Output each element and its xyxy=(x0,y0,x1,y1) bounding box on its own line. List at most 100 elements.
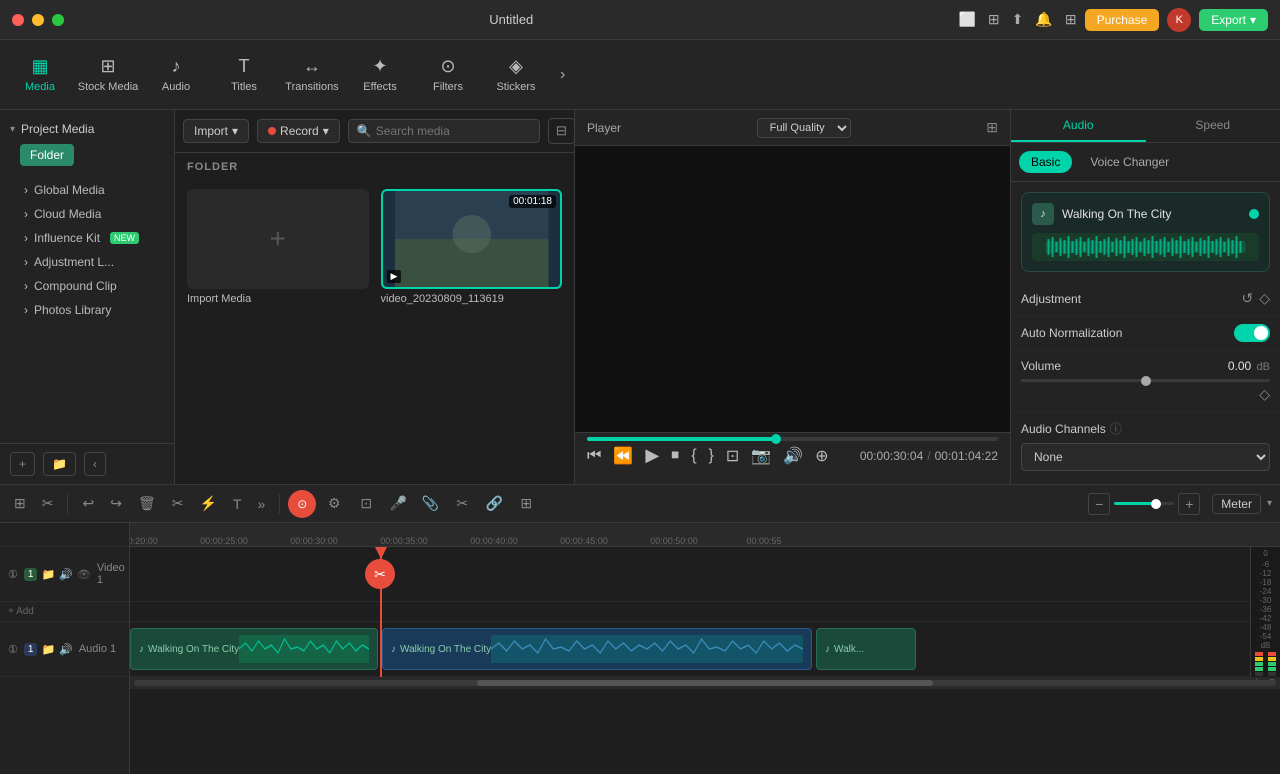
meter-button[interactable]: Meter xyxy=(1212,494,1261,514)
zoom-thumb[interactable] xyxy=(1151,499,1161,509)
toolbar-stock-media[interactable]: ⊞ Stock Media xyxy=(76,44,140,106)
audio-channels-select[interactable]: None xyxy=(1021,443,1270,471)
toolbar-effects[interactable]: ✦ Effects xyxy=(348,44,412,106)
tab-audio[interactable]: Audio xyxy=(1011,110,1146,142)
subtab-voice-changer[interactable]: Voice Changer xyxy=(1078,151,1181,173)
zoom-in-button[interactable]: + xyxy=(1178,493,1200,515)
avatar[interactable]: K xyxy=(1167,8,1191,32)
volume-diamond-icon[interactable]: ◇ xyxy=(1259,386,1270,403)
skip-back-button[interactable]: ⏮ xyxy=(587,447,601,465)
delete-button[interactable]: 🗑 xyxy=(132,491,162,516)
toolbar-audio[interactable]: ♪ Audio xyxy=(144,44,208,106)
player-fullscreen-icon[interactable]: ⊞ xyxy=(986,119,998,136)
toolbar-filters[interactable]: ⊙ Filters xyxy=(416,44,480,106)
monitor-icon[interactable]: ⬜ xyxy=(958,11,975,28)
sidebar-item-influence-kit[interactable]: › Influence Kit NEW xyxy=(0,226,174,250)
scrollbar-track[interactable] xyxy=(134,680,1276,686)
bookmark-icon[interactable]: ⊞ xyxy=(988,11,1000,28)
quality-select[interactable]: Full Quality xyxy=(757,118,851,138)
toolbar-media[interactable]: ▦ Media xyxy=(8,44,72,106)
mark-out-button[interactable]: } xyxy=(709,447,714,465)
toolbar-more-icon[interactable]: › xyxy=(552,66,573,84)
record-button[interactable]: Record ▾ xyxy=(257,119,340,143)
audio-clip-2[interactable]: ♪ Walking On The City xyxy=(382,628,812,670)
maximize-button[interactable] xyxy=(52,14,64,26)
sidebar-folder-btn[interactable]: 📁 xyxy=(43,452,76,476)
cut-button[interactable]: ✂ xyxy=(166,491,190,516)
snapshot-button[interactable]: 📷 xyxy=(751,446,771,466)
audio-clip-1[interactable]: ♪ Walking On The City xyxy=(130,628,378,670)
audio-track-number[interactable]: 1 xyxy=(24,643,38,656)
sidebar-item-cloud-media[interactable]: › Cloud Media xyxy=(0,202,174,226)
video-track-number[interactable]: 1 xyxy=(24,568,38,581)
auto-normalization-toggle[interactable] xyxy=(1234,324,1270,342)
add-track-button[interactable]: + Add xyxy=(8,606,34,617)
import-button[interactable]: Import ▾ xyxy=(183,119,249,143)
video-thumb[interactable]: 00:01:18 ▶ xyxy=(381,189,563,289)
more-button[interactable]: ⊕ xyxy=(815,446,828,466)
select-tool-button[interactable]: ⊞ xyxy=(8,491,32,516)
zoom-out-button[interactable]: − xyxy=(1088,493,1110,515)
upload-icon[interactable]: ⬆ xyxy=(1012,11,1024,28)
volume-button[interactable]: 🔊 xyxy=(783,446,803,466)
export-button[interactable]: Export ▾ xyxy=(1199,9,1268,31)
attach-button[interactable]: 📎 xyxy=(416,490,444,518)
search-input[interactable] xyxy=(376,124,531,138)
redo-button[interactable]: ↪ xyxy=(104,491,128,516)
filter-button[interactable]: ⊟ xyxy=(548,118,575,144)
audio-folder-icon[interactable]: 📁 xyxy=(41,643,55,656)
progress-bar[interactable] xyxy=(587,437,998,441)
sidebar-item-compound-clip[interactable]: › Compound Clip xyxy=(0,274,174,298)
toolbar-titles[interactable]: T Titles xyxy=(212,44,276,106)
fit-button[interactable]: ⊡ xyxy=(726,446,739,466)
subtab-basic[interactable]: Basic xyxy=(1019,151,1072,173)
toolbar-stickers[interactable]: ◈ Stickers xyxy=(484,44,548,106)
grid-icon[interactable]: ⊞ xyxy=(1065,11,1077,28)
reset-icon-button[interactable]: ↺ xyxy=(1241,290,1253,307)
undo-button[interactable]: ↩ xyxy=(76,491,100,516)
settings-button[interactable]: ⚙ xyxy=(320,490,348,518)
text-button[interactable]: T xyxy=(227,492,248,516)
scrollbar-thumb[interactable] xyxy=(477,680,934,686)
sidebar-item-adjustment-layers[interactable]: › Adjustment L... xyxy=(0,250,174,274)
zoom-slider[interactable] xyxy=(1114,502,1174,505)
split-button[interactable]: ⚡ xyxy=(193,491,222,516)
bell-icon[interactable]: 🔔 xyxy=(1035,11,1052,28)
close-button[interactable] xyxy=(12,14,24,26)
clip-icon-button[interactable]: ⊡ xyxy=(352,490,380,518)
magnet-button[interactable]: 🔗 xyxy=(480,490,508,518)
sidebar-add-btn[interactable]: + xyxy=(10,452,35,476)
blade-tool-button[interactable]: ✂ xyxy=(36,491,60,516)
eye-icon[interactable]: 👁 xyxy=(77,568,91,581)
folder-icon[interactable]: 📁 xyxy=(41,568,55,581)
overlay-button[interactable]: ⊞ xyxy=(512,490,540,518)
audio-clip-3[interactable]: ♪ Walk... xyxy=(816,628,916,670)
minimize-button[interactable] xyxy=(32,14,44,26)
tab-speed[interactable]: Speed xyxy=(1146,110,1280,142)
audio-volume-icon[interactable]: 🔊 xyxy=(59,643,73,656)
playhead-button[interactable]: ⊙ xyxy=(288,490,316,518)
diamond-icon-button[interactable]: ◇ xyxy=(1259,290,1270,307)
purchase-button[interactable]: Purchase xyxy=(1085,9,1160,31)
folder-button[interactable]: Folder xyxy=(20,144,74,166)
mark-in-button[interactable]: { xyxy=(691,447,696,465)
volume-slider[interactable] xyxy=(1021,379,1270,382)
volume-thumb[interactable] xyxy=(1141,376,1151,386)
play-button[interactable]: ▶ xyxy=(645,445,659,466)
mic-button[interactable]: 🎤 xyxy=(384,490,412,518)
toolbar-transitions[interactable]: ↔ Transitions xyxy=(280,44,344,106)
razor-button[interactable]: ✂ xyxy=(448,490,476,518)
sidebar-project-media-header[interactable]: ▾ Project Media xyxy=(10,118,164,140)
list-item[interactable]: + Import Media xyxy=(187,189,369,305)
import-media-thumb[interactable]: + xyxy=(187,189,369,289)
more-tools-button[interactable]: » xyxy=(251,492,271,516)
search-box[interactable]: 🔍 xyxy=(348,119,540,143)
sidebar-collapse-btn[interactable]: ‹ xyxy=(84,452,106,476)
list-item[interactable]: 00:01:18 ▶ video_20230809_113619 xyxy=(381,189,563,305)
sidebar-item-global-media[interactable]: › Global Media xyxy=(0,178,174,202)
step-back-button[interactable]: ⏪ xyxy=(613,446,633,466)
audio-track-icon[interactable]: 🔊 xyxy=(59,568,73,581)
stop-button[interactable]: ⏹ xyxy=(671,447,679,465)
split-marker[interactable]: ✂ xyxy=(365,559,395,589)
progress-thumb[interactable] xyxy=(771,434,781,444)
